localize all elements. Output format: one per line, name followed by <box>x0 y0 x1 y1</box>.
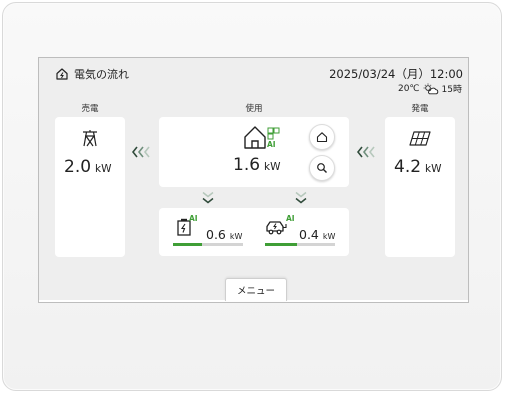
page-title: 電気の流れ <box>55 66 129 82</box>
generation-value: 4.2 kW <box>394 157 442 177</box>
power-tower-icon <box>83 130 97 147</box>
sell-label: 売電 <box>81 104 99 114</box>
storage-card[interactable]: AI 0.6 kW AI 0.4 kW <box>159 208 349 256</box>
generation-card[interactable]: 4.2 kW <box>385 117 455 257</box>
ev-value-number: 0.4 <box>299 227 319 242</box>
screen: 電気の流れ 2025/03/24（月）12:00 20℃ 15時 売電 使用 発… <box>38 57 469 303</box>
flow-arrow-to-sell <box>132 146 150 158</box>
flow-arrow-from-generation <box>357 146 375 158</box>
battery-value: 0.6 kW <box>206 224 242 243</box>
solar-panel-icon <box>409 131 431 146</box>
ev-level-bar <box>265 243 335 246</box>
home-outline-icon <box>56 68 68 80</box>
generation-value-number: 4.2 <box>394 157 422 177</box>
generation-label: 発電 <box>411 104 429 114</box>
ev-unit: kW <box>322 232 336 241</box>
page-title-text: 電気の流れ <box>74 68 129 81</box>
datetime: 2025/03/24（月）12:00 <box>329 67 463 81</box>
ev-value: 0.4 kW <box>299 224 335 243</box>
battery-ai-badge: AI <box>189 214 198 223</box>
usage-card[interactable]: AI 1.6 kW <box>159 117 349 187</box>
sell-unit: kW <box>95 163 112 175</box>
sell-card[interactable]: 2.0 kW <box>55 117 125 257</box>
usage-value: 1.6 kW <box>233 155 281 175</box>
battery-level-bar <box>173 243 243 246</box>
sell-value-number: 2.0 <box>64 157 92 177</box>
weather-time: 15時 <box>441 85 462 95</box>
usage-unit: kW <box>264 161 281 173</box>
usage-value-number: 1.6 <box>233 155 261 175</box>
battery-unit: kW <box>229 232 243 241</box>
search-icon <box>317 163 327 173</box>
ev-level-fill <box>265 243 297 246</box>
sun-cloud-icon <box>423 83 438 94</box>
usage-ai-badge: AI <box>267 140 276 149</box>
house-ai-icon <box>244 126 280 149</box>
battery-level-fill <box>173 243 203 246</box>
home-mode-button[interactable] <box>309 124 335 150</box>
ev-ai-badge: AI <box>286 214 295 223</box>
battery-value-number: 0.6 <box>206 227 226 242</box>
flow-arrow-to-battery <box>202 191 214 204</box>
weather: 20℃ 15時 <box>398 82 462 95</box>
generation-unit: kW <box>425 163 442 175</box>
usage-label: 使用 <box>245 104 263 114</box>
sell-value: 2.0 kW <box>64 157 112 177</box>
menu-button[interactable]: メニュー <box>225 278 287 301</box>
house-outline-icon <box>316 132 328 143</box>
search-button[interactable] <box>309 155 335 181</box>
temperature: 20℃ <box>397 83 420 94</box>
flow-arrow-to-ev <box>295 191 307 204</box>
